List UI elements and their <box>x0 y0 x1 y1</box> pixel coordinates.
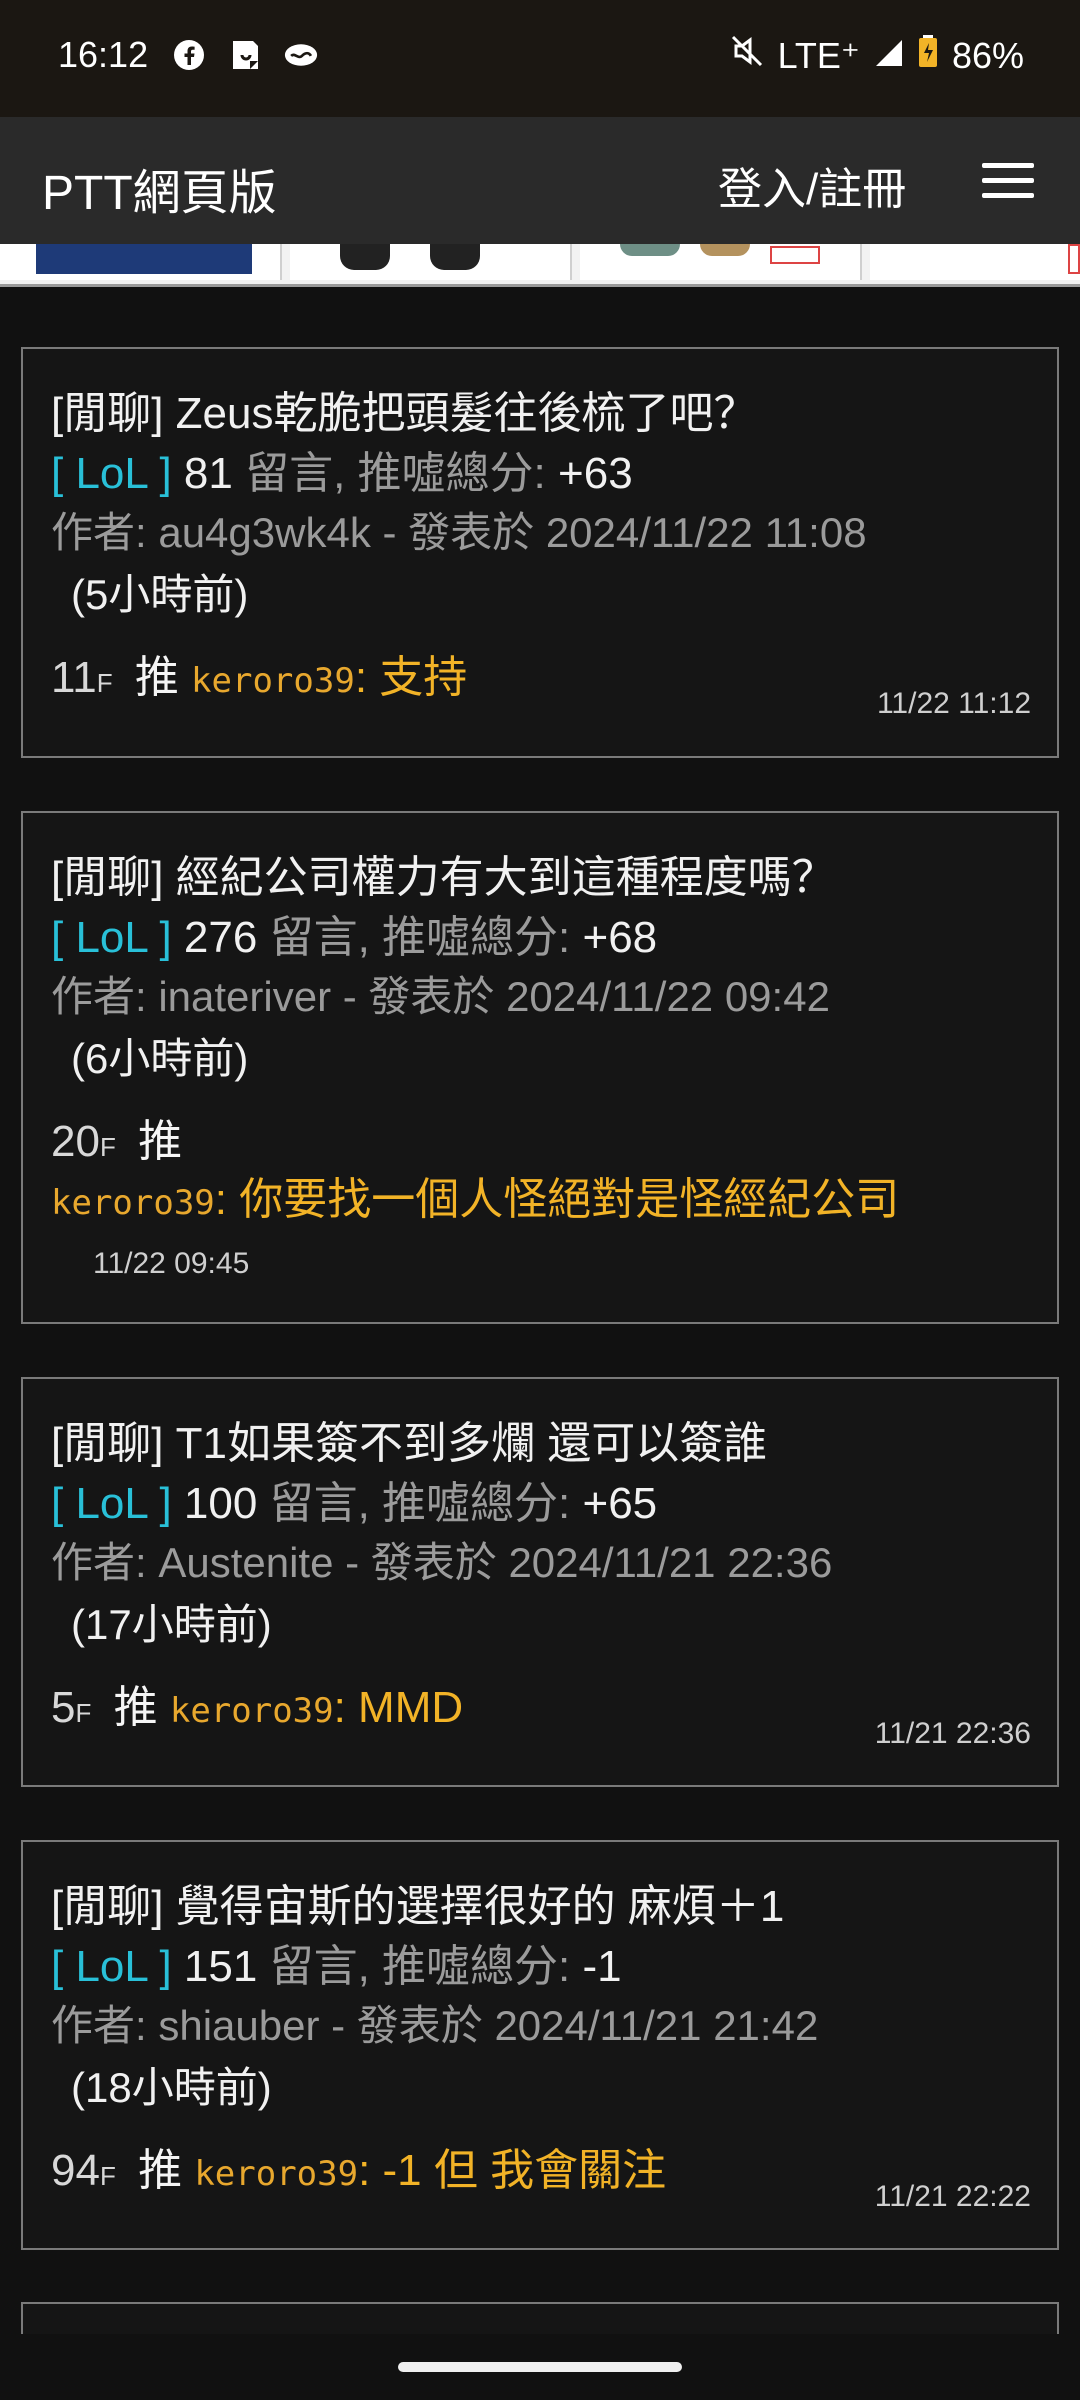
comment-count: 81 <box>183 449 233 498</box>
post-title[interactable]: [閒聊] 經紀公司權力有大到這種程度嗎？ <box>51 841 836 905</box>
board-tag[interactable]: [ LoL ] <box>51 1942 172 1991</box>
home-gesture-pill[interactable] <box>398 2362 682 2372</box>
post-stats: [ LoL ] 276 留言, 推噓總分: +68 <box>51 901 657 965</box>
post-relative-time: (17小時前) <box>71 1601 272 1648</box>
post-author-line: 作者: au4g3wk4k - 發表於 2024/11/22 11:08 <box>51 509 867 556</box>
post-title[interactable]: [閒聊] 覺得宙斯的選擇很好的 麻煩＋1 <box>51 1870 784 1934</box>
floor-number: 94 <box>51 2146 100 2195</box>
post-relative-time: (5小時前) <box>71 571 249 618</box>
latest-push: 94F 推 keroro39: -1 但 我會關注 <box>51 2134 666 2198</box>
push-user[interactable]: keroro39 <box>194 2154 358 2194</box>
floor-number: 20 <box>51 1117 100 1166</box>
comment-label: 留言, 推噓總分: <box>269 1479 571 1528</box>
status-bar: 16:12 LTE⁺ 86% <box>0 0 1080 117</box>
comment-label: 留言, 推噓總分: <box>269 913 571 962</box>
post-stats: [ LoL ] 151 留言, 推噓總分: -1 <box>51 1930 622 1994</box>
comment-count: 151 <box>183 1942 258 1991</box>
post-stats: [ LoL ] 81 留言, 推噓總分: +63 <box>51 437 633 501</box>
latest-push-body: keroro39: 你要找一個人怪絕對是怪經紀公司 <box>51 1163 899 1227</box>
facebook-icon <box>172 38 206 72</box>
ad-thumbnail[interactable] <box>0 244 282 280</box>
board-tag[interactable]: [ LoL ] <box>51 913 172 962</box>
sticky-note-icon <box>228 38 262 72</box>
floor-suffix: F <box>96 668 113 698</box>
hamburger-menu-icon[interactable] <box>982 163 1034 199</box>
post-relative-time: (18小時前) <box>71 2064 272 2111</box>
signal-icon <box>874 35 904 77</box>
push-score: +63 <box>558 449 633 498</box>
post-title[interactable]: [閒聊] Zeus乾脆把頭髮往後梳了吧？ <box>51 377 758 441</box>
floor-number: 11 <box>51 653 97 702</box>
post-card[interactable]: [閒聊] 經紀公司權力有大到這種程度嗎？ [ LoL ] 276 留言, 推噓總… <box>21 811 1059 1324</box>
notification-icons <box>172 38 318 72</box>
push-user[interactable]: keroro39 <box>170 1691 334 1731</box>
push-date: 11/22 11:12 <box>876 687 1031 720</box>
ad-thumbnail[interactable] <box>290 244 572 280</box>
floor-suffix: F <box>99 1132 116 1162</box>
push-user[interactable]: keroro39 <box>191 661 355 701</box>
login-register-link[interactable]: 登入/註冊 <box>718 153 906 217</box>
board-tag[interactable]: [ LoL ] <box>51 449 172 498</box>
latest-push: 20F 推 <box>51 1105 182 1169</box>
comment-count: 276 <box>183 913 258 962</box>
post-author-line: 作者: Austenite - 發表於 2024/11/21 22:36 <box>51 1539 833 1586</box>
post-relative-time: (6小時前) <box>71 1035 249 1082</box>
ad-banner-strip[interactable] <box>0 244 1080 287</box>
push-score: -1 <box>582 1942 622 1991</box>
push-score: +68 <box>582 913 658 962</box>
comment-label: 留言, 推噓總分: <box>269 1942 571 1991</box>
status-time: 16:12 <box>58 34 149 75</box>
network-type: LTE⁺ <box>777 34 860 76</box>
push-text: : MMD <box>333 1683 464 1732</box>
push-type: 推 <box>138 1117 183 1166</box>
push-text: : -1 但 我會關注 <box>358 2146 667 2195</box>
cloud-icon <box>284 38 318 72</box>
system-icons: LTE⁺ 86% <box>730 34 1024 77</box>
push-type: 推 <box>113 1683 158 1732</box>
battery-icon <box>918 34 938 77</box>
floor-suffix: F <box>99 2161 116 2191</box>
push-type: 推 <box>138 2146 183 2195</box>
app-header: PTT網頁版 登入/註冊 <box>0 117 1080 244</box>
push-date: 11/21 22:36 <box>874 1717 1031 1750</box>
site-logo-text[interactable]: PTT網頁版 <box>42 153 277 223</box>
comment-count: 100 <box>183 1479 258 1528</box>
post-card[interactable]: [閒聊] 覺得宙斯的選擇很好的 麻煩＋1 [ LoL ] 151 留言, 推噓總… <box>21 1840 1059 2250</box>
push-user[interactable]: keroro39 <box>51 1183 215 1223</box>
floor-suffix: F <box>75 1698 92 1728</box>
post-stats: [ LoL ] 100 留言, 推噓總分: +65 <box>51 1467 657 1531</box>
post-card[interactable]: [閒聊] T1如果簽不到多爛 還可以簽誰 [ LoL ] 100 留言, 推噓總… <box>21 1377 1059 1787</box>
latest-push: 11F 推 keroro39: 支持 <box>51 641 467 705</box>
post-author-line: 作者: shiauber - 發表於 2024/11/21 21:42 <box>51 2002 819 2049</box>
push-score: +65 <box>582 1479 658 1528</box>
battery-level: 86% <box>951 34 1024 76</box>
ad-thumbnail[interactable] <box>870 244 1080 280</box>
floor-number: 5 <box>51 1683 76 1732</box>
push-text: : 你要找一個人怪絕對是怪經紀公司 <box>214 1175 900 1224</box>
ad-thumbnail[interactable] <box>580 244 862 280</box>
post-author-line: 作者: inateriver - 發表於 2024/11/22 09:42 <box>51 973 830 1020</box>
push-type: 推 <box>134 653 179 702</box>
mute-icon <box>730 34 764 77</box>
push-date: 11/22 09:45 <box>93 1247 250 1280</box>
board-tag[interactable]: [ LoL ] <box>51 1479 172 1528</box>
post-card[interactable]: [閒聊] Zeus乾脆把頭髮往後梳了吧？ [ LoL ] 81 留言, 推噓總分… <box>21 347 1059 758</box>
post-title[interactable]: [閒聊] T1如果簽不到多爛 還可以簽誰 <box>51 1407 767 1471</box>
comment-label: 留言, 推噓總分: <box>245 449 546 498</box>
push-date: 11/21 22:22 <box>874 2180 1031 2213</box>
latest-push: 5F 推 keroro39: MMD <box>51 1671 463 1735</box>
push-text: : 支持 <box>354 653 468 702</box>
